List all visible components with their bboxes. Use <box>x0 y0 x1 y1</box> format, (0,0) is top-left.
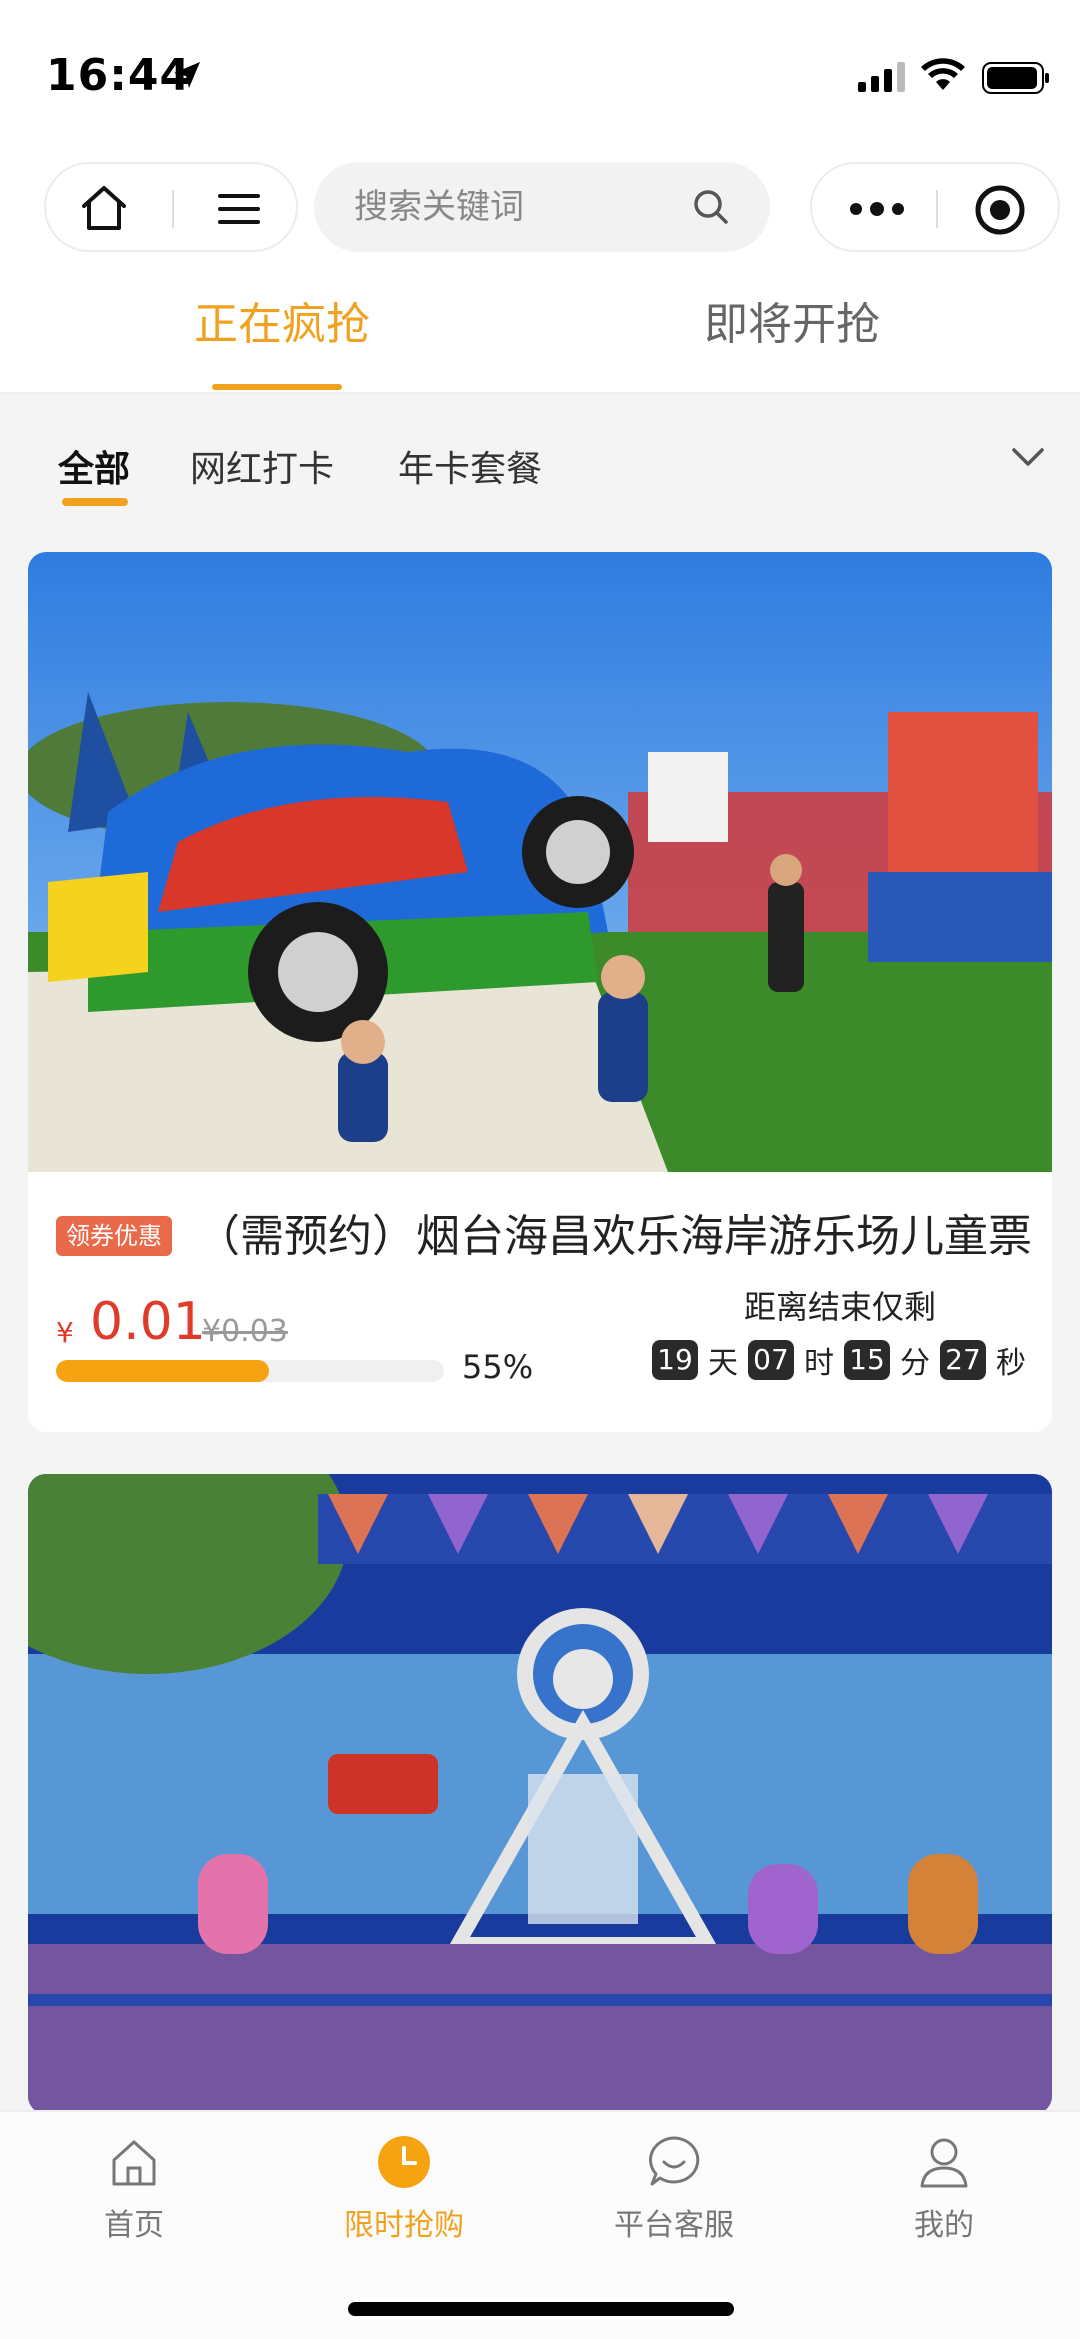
divider <box>936 190 938 228</box>
home-indicator <box>348 2302 734 2316</box>
product-photo <box>28 552 1052 1172</box>
bottom-tab-profile[interactable]: 我的 <box>844 2132 1044 2252</box>
home-icon <box>112 2140 156 2186</box>
status-time: 16:44 <box>46 50 192 101</box>
bottom-tab-home[interactable]: 首页 <box>34 2132 234 2252</box>
nav-capsule-right <box>810 162 1060 252</box>
countdown-unit-days: 天 <box>708 1346 738 1381</box>
category-annual-card[interactable]: 年卡套餐 <box>398 440 542 492</box>
countdown-label: 距离结束仅剩 <box>744 1288 937 1326</box>
battery-icon <box>982 62 1049 94</box>
product-photo <box>28 1474 1052 2114</box>
cellular-signal-icon <box>858 62 905 92</box>
product-title[interactable]: （需预约）烟台海昌欢乐海岸游乐场儿童票 <box>196 1200 1036 1264</box>
bottom-tab-label: 首页 <box>104 2208 164 2243</box>
more-icon[interactable] <box>842 184 912 234</box>
countdown-unit-minutes: 分 <box>900 1346 930 1381</box>
price-currency: ¥ <box>56 1316 74 1349</box>
countdown-unit-hours: 时 <box>804 1346 834 1381</box>
search-icon[interactable] <box>688 184 734 230</box>
target-close-icon[interactable] <box>972 182 1028 238</box>
category-tabs: 全部 网红打卡 年卡套餐 <box>0 396 1080 536</box>
bottom-tab-label: 限时抢购 <box>344 2208 464 2243</box>
sales-progress-fill <box>56 1360 270 1382</box>
home-icon[interactable] <box>76 180 132 236</box>
search-box[interactable] <box>314 162 770 252</box>
category-indicator <box>62 498 128 506</box>
nav-capsule-left <box>44 162 298 252</box>
coupon-badge: 领券优惠 <box>56 1216 172 1256</box>
nav-bar <box>0 150 1080 270</box>
location-arrow-icon <box>174 62 200 88</box>
category-influencer[interactable]: 网红打卡 <box>190 440 334 492</box>
bottom-tab-label: 我的 <box>914 2208 974 2243</box>
tab-upcoming[interactable]: 即将开抢 <box>704 290 880 360</box>
bottom-tab-label: 平台客服 <box>614 2208 734 2243</box>
countdown-seconds: 27 <box>940 1340 986 1380</box>
product-card[interactable]: 领券优惠 （需预约）烟台海昌欢乐海岸游乐场儿童票 ¥ 0.01 ¥0.03 55… <box>28 552 1052 1432</box>
user-icon <box>920 2138 968 2188</box>
tab-rushing[interactable]: 正在疯抢 <box>194 290 370 360</box>
status-bar: 16:44 <box>0 0 1080 150</box>
active-tab-indicator <box>212 384 342 390</box>
search-input[interactable] <box>354 180 674 234</box>
countdown-timer: 19 天 07 时 15 分 27 秒 <box>652 1338 1036 1382</box>
chevron-down-icon[interactable] <box>1008 442 1048 472</box>
countdown-hours: 07 <box>748 1340 794 1380</box>
divider <box>172 190 174 228</box>
bottom-tab-support[interactable]: 平台客服 <box>574 2132 774 2252</box>
main-tabs: 正在疯抢 即将开抢 <box>0 270 1080 394</box>
bottom-tab-flash-sale[interactable]: 限时抢购 <box>304 2132 504 2252</box>
menu-icon[interactable] <box>212 182 266 236</box>
countdown-days: 19 <box>652 1340 698 1380</box>
wifi-icon <box>921 58 965 90</box>
chat-icon <box>649 2136 700 2186</box>
countdown-unit-seconds: 秒 <box>996 1346 1026 1381</box>
clock-icon <box>378 2136 430 2188</box>
sale-price: 0.01 <box>90 1292 206 1352</box>
sales-progress-percent: 55% <box>462 1348 534 1386</box>
category-all[interactable]: 全部 <box>58 440 130 492</box>
sales-progress-bar <box>56 1360 444 1382</box>
original-price: ¥0.03 <box>202 1314 288 1349</box>
product-card[interactable] <box>28 1474 1052 2114</box>
countdown-minutes: 15 <box>844 1340 890 1380</box>
